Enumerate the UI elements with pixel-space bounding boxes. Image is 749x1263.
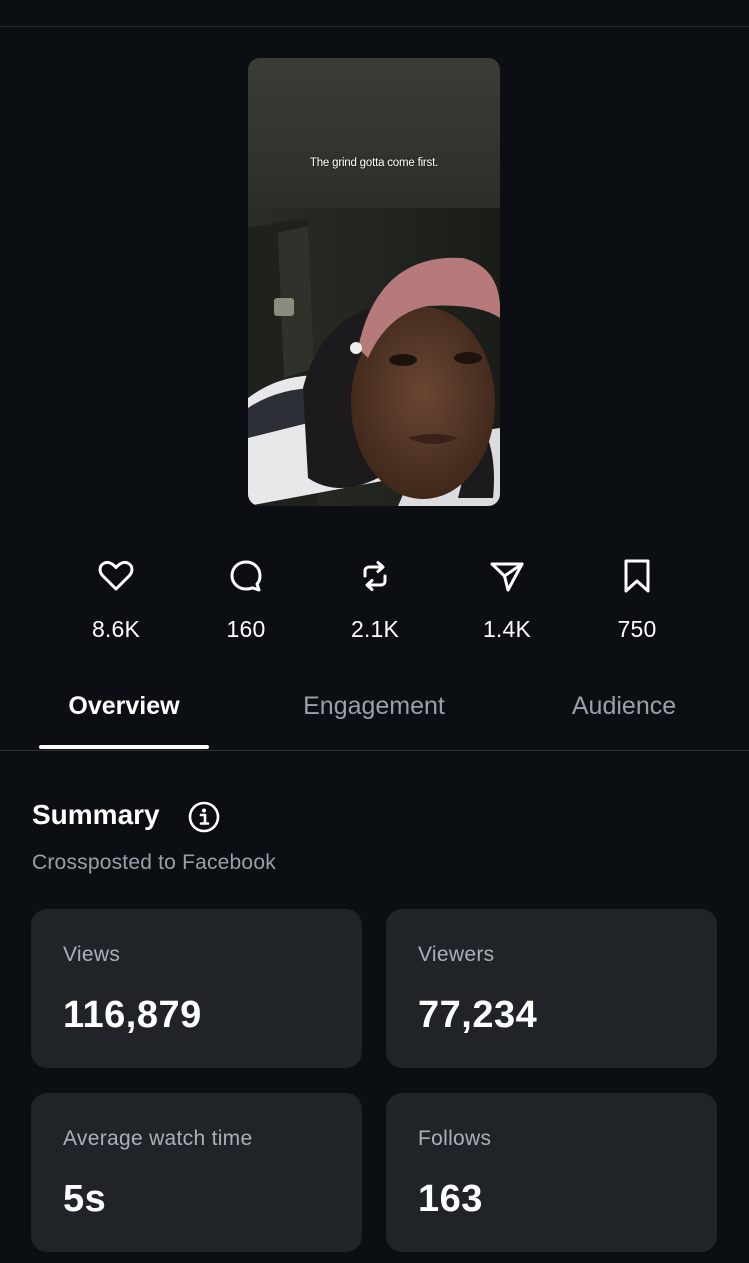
likes-count: 8.6K — [91, 616, 141, 642]
viewers-card: Viewers 77,234 — [386, 909, 717, 1068]
views-card: Views 116,879 — [31, 909, 362, 1068]
follows-label: Follows — [418, 1127, 492, 1150]
engagement-stats-row: 8.6K 160 2.1K 1.4K 750 — [0, 556, 749, 648]
average-watch-time-card: Average watch time 5s — [31, 1093, 362, 1252]
bookmarks-stat[interactable]: 750 — [577, 556, 697, 648]
average-watch-time-value: 5s — [63, 1178, 107, 1220]
share-icon — [490, 562, 524, 592]
tab-audience[interactable]: Audience — [540, 680, 708, 750]
follows-value: 163 — [418, 1178, 483, 1220]
reposts-stat[interactable]: 2.1K — [315, 556, 435, 648]
bookmarks-count: 750 — [617, 616, 657, 642]
shares-stat[interactable]: 1.4K — [447, 556, 567, 648]
average-watch-time-label: Average watch time — [63, 1127, 253, 1150]
views-value: 116,879 — [63, 994, 202, 1036]
likes-stat[interactable]: 8.6K — [56, 556, 176, 648]
crosspost-status: Crossposted to Facebook — [32, 851, 276, 874]
reposts-count: 2.1K — [350, 616, 400, 642]
comments-count: 160 — [226, 616, 266, 642]
analytics-tabs: Overview Engagement Audience — [0, 680, 749, 750]
video-caption-overlay: The grind gotta come first. — [309, 157, 439, 169]
comments-stat[interactable]: 160 — [186, 556, 306, 648]
follows-card: Follows 163 — [386, 1093, 717, 1252]
video-frame-image — [248, 58, 500, 506]
views-label: Views — [63, 943, 121, 966]
shares-count: 1.4K — [482, 616, 532, 642]
viewers-value: 77,234 — [418, 994, 538, 1036]
tabs-divider — [0, 750, 749, 751]
active-tab-indicator — [39, 745, 209, 749]
heart-icon — [98, 560, 134, 591]
repost-icon — [363, 561, 387, 591]
bookmark-icon — [624, 559, 650, 593]
tab-overview[interactable]: Overview — [39, 680, 209, 750]
top-divider — [0, 26, 749, 27]
viewers-label: Viewers — [418, 943, 495, 966]
video-thumbnail[interactable]: The grind gotta come first. — [248, 58, 500, 506]
comment-icon — [230, 560, 262, 592]
tab-engagement[interactable]: Engagement — [274, 680, 474, 750]
info-icon[interactable] — [187, 800, 221, 834]
summary-title: Summary — [32, 799, 160, 830]
